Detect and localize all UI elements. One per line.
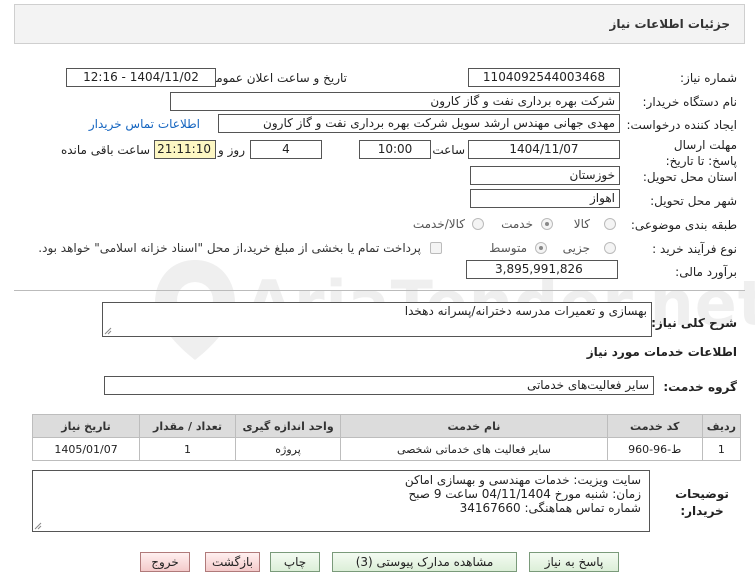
city-field: اهواز [470,189,620,208]
cell-quantity: 1 [139,437,236,461]
remaining-time-field: 21:11:10 [154,140,216,159]
view-attachments-button[interactable]: مشاهده مدارک پیوستی (3) [332,552,517,572]
category-option-goods: کالا [573,217,590,231]
service-group-field: سایر فعالیت‌های خدماتی [104,376,654,395]
details-panel-header: جزئیات اطلاعات نیاز [14,4,745,44]
col-service-code: کد خدمت [606,414,703,438]
category-option-goods-service: کالا/خدمت [412,217,465,231]
deadline-time-field: 10:00 [359,140,431,159]
notes-resize-grip-icon[interactable] [34,522,42,530]
buyer-notes-line-2: زمان: شنبه مورخ 04/11/1404 ساعت 9 صبح [408,487,641,501]
col-row-number: ردیف [701,414,742,438]
remaining-days-field: 4 [250,140,322,159]
buyer-notes-line-1: سایت ویزیت: خدمات مهندسی و بهسازی اماکن [404,473,641,487]
province-label: استان محل تحویل: [642,170,737,184]
requester-label: ایجاد کننده درخواست: [626,118,737,132]
purchase-option-minor: جزیی [562,241,590,255]
announce-datetime-field: 1404/11/02 - 12:16 [66,68,216,87]
buyer-org-label: نام دستگاه خریدار: [642,95,738,109]
col-service-name: نام خدمت [340,414,608,438]
services-section-title: اطلاعات خدمات مورد نیاز [586,345,737,359]
deadline-label: مهلت ارسال پاسخ: تا تاریخ: [665,138,737,168]
summary-field: بهسازی و تعمیرات مدرسه دخترانه/پسرانه ده… [102,302,652,337]
cell-unit: پروژه [234,437,342,461]
purchase-option-medium: متوسط [489,241,527,255]
reply-button[interactable]: پاسخ به نیاز [529,552,619,572]
cell-row-number: 1 [701,437,742,461]
treasury-payment-checkbox[interactable] [430,242,442,254]
cell-service-name: سایر فعالیت های خدماتی شخصی [340,437,608,461]
divider-top [14,290,745,291]
exit-button[interactable]: خروج [140,552,190,572]
col-need-date: تاریخ نیاز [31,414,141,438]
col-quantity: تعداد / مقدار [139,414,236,438]
purchase-type-label: نوع فرآیند خرید : [652,242,737,256]
purchase-radio-medium[interactable] [535,242,547,254]
announce-datetime-label: تاریخ و ساعت اعلان عمومی: [202,71,347,85]
buyer-notes-label: توضیحات خریدار: [675,487,729,518]
cell-need-date: 1405/01/07 [31,437,141,461]
deadline-time-label: ساعت [432,143,465,157]
category-radio-service[interactable] [541,218,553,230]
buyer-org-field: شرکت بهره برداری نفت و گاز کارون [170,92,620,111]
purchase-radio-minor[interactable] [604,242,616,254]
category-radio-goods-service[interactable] [472,218,484,230]
need-number-label: شماره نیاز: [680,71,737,85]
estimate-label: برآورد مالی: [675,265,737,279]
requester-field: مهدی جهانی مهندس ارشد سویل شرکت بهره برد… [218,114,620,133]
treasury-payment-note: پرداخت تمام یا بخشی از مبلغ خرید،از محل … [38,241,421,255]
table-header-row: ردیف کد خدمت نام خدمت واحد اندازه گیری ت… [31,414,742,438]
col-unit: واحد اندازه گیری [234,414,342,438]
category-radio-goods[interactable] [604,218,616,230]
buyer-contact-link[interactable]: اطلاعات تماس خریدار [89,117,200,131]
days-label: روز و [218,143,245,157]
estimate-field: 3,895,991,826 [466,260,618,279]
service-group-label: گروه خدمت: [663,380,737,394]
buyer-notes-field: سایت ویزیت: خدمات مهندسی و بهسازی اماکن … [32,470,650,532]
table-row: 1 ط-96-960 سایر فعالیت های خدماتی شخصی پ… [31,437,742,461]
city-label: شهر محل تحویل: [650,194,737,208]
category-label: طبقه بندی موضوعی: [630,218,737,232]
print-button[interactable]: چاپ [270,552,320,572]
buyer-notes-line-3: شماره تماس هماهنگی: 34167660 [459,501,641,515]
need-number-field: 1104092544003468 [468,68,620,87]
province-field: خوزستان [470,166,620,185]
cell-service-code: ط-96-960 [606,437,703,461]
resize-grip-icon[interactable] [104,327,112,335]
remaining-label: ساعت باقی مانده [60,143,150,157]
deadline-date-field: 1404/11/07 [468,140,620,159]
category-option-service: خدمت [501,217,533,231]
summary-label: شرح کلی نیاز: [651,316,737,330]
back-button[interactable]: بازگشت [205,552,260,572]
services-table: ردیف کد خدمت نام خدمت واحد اندازه گیری ت… [31,414,742,461]
panel-title: جزئیات اطلاعات نیاز [609,17,730,31]
